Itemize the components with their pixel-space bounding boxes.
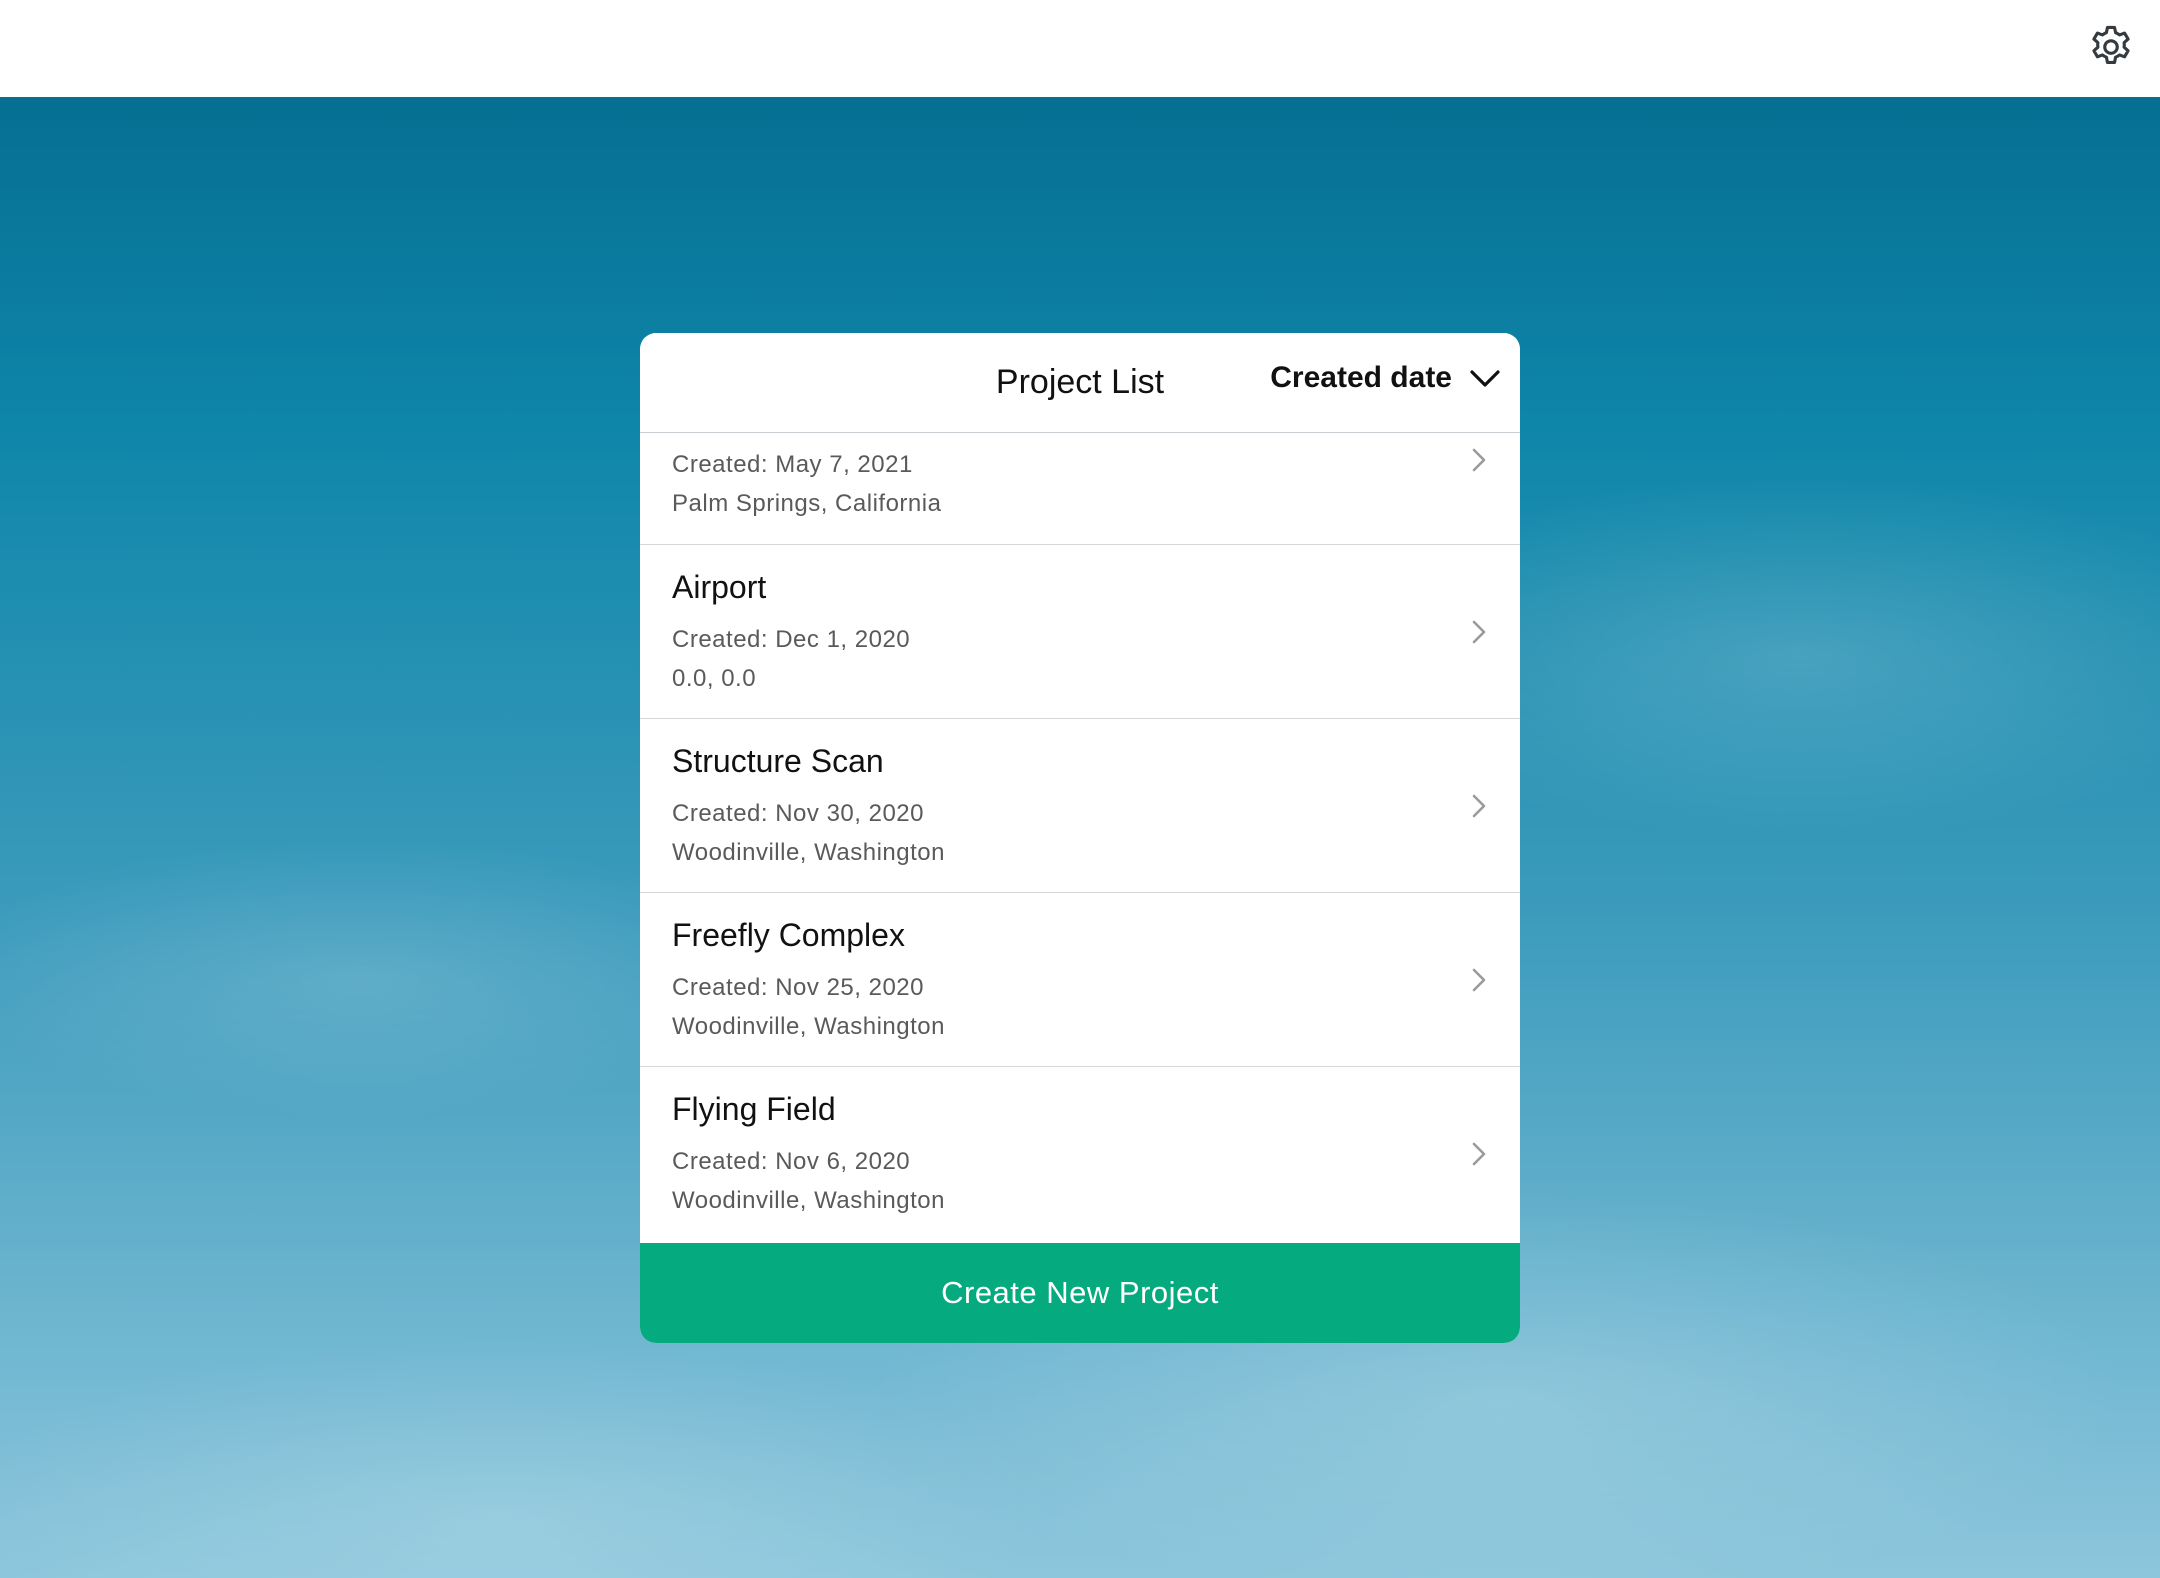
list-item[interactable]: Freefly Complex Created: Nov 25, 2020 Wo… bbox=[640, 893, 1520, 1067]
chevron-right-icon bbox=[1472, 620, 1486, 644]
list-item[interactable]: Structure Scan Created: Nov 30, 2020 Woo… bbox=[640, 719, 1520, 893]
created-date: Created: May 7, 2021 bbox=[672, 451, 913, 478]
chevron-right-icon bbox=[1472, 1142, 1486, 1166]
panel-header: Project List Created date bbox=[640, 333, 1520, 433]
project-location: Woodinville, Washington bbox=[672, 839, 945, 866]
chevron-right-icon bbox=[1472, 794, 1486, 818]
chevron-down-icon bbox=[1470, 370, 1500, 387]
project-location: 0.0, 0.0 bbox=[672, 665, 757, 692]
project-location: Woodinville, Washington bbox=[672, 1013, 945, 1040]
project-list: Created: May 7, 2021 Palm Springs, Calif… bbox=[640, 433, 1520, 1243]
created-date: Created: Dec 1, 2020 bbox=[672, 626, 911, 653]
list-item[interactable]: Airport Created: Dec 1, 2020 0.0, 0.0 bbox=[640, 545, 1520, 719]
sort-label: Created date bbox=[1270, 361, 1452, 394]
list-item[interactable]: Created: May 7, 2021 Palm Springs, Calif… bbox=[640, 433, 1520, 545]
create-new-project-button[interactable]: Create New Project bbox=[640, 1243, 1520, 1343]
project-location: Woodinville, Washington bbox=[672, 1187, 945, 1214]
project-list-panel: Project List Created date Created: May 7… bbox=[640, 333, 1520, 1343]
top-bar bbox=[0, 0, 2160, 97]
settings-button[interactable] bbox=[2084, 20, 2138, 74]
chevron-right-icon bbox=[1472, 968, 1486, 992]
created-date: Created: Nov 25, 2020 bbox=[672, 974, 924, 1001]
created-date: Created: Nov 30, 2020 bbox=[672, 800, 924, 827]
project-name: Airport bbox=[672, 569, 767, 605]
project-location: Palm Springs, California bbox=[672, 490, 942, 517]
project-name: Structure Scan bbox=[672, 743, 884, 779]
created-date: Created: Nov 6, 2020 bbox=[672, 1148, 911, 1175]
project-name: Flying Field bbox=[672, 1091, 836, 1127]
project-name: Freefly Complex bbox=[672, 917, 905, 953]
chevron-right-icon bbox=[1472, 448, 1486, 472]
gear-icon bbox=[2092, 25, 2130, 64]
list-item[interactable]: Flying Field Created: Nov 6, 2020 Woodin… bbox=[640, 1067, 1520, 1241]
sort-dropdown[interactable]: Created date bbox=[1270, 361, 1502, 395]
